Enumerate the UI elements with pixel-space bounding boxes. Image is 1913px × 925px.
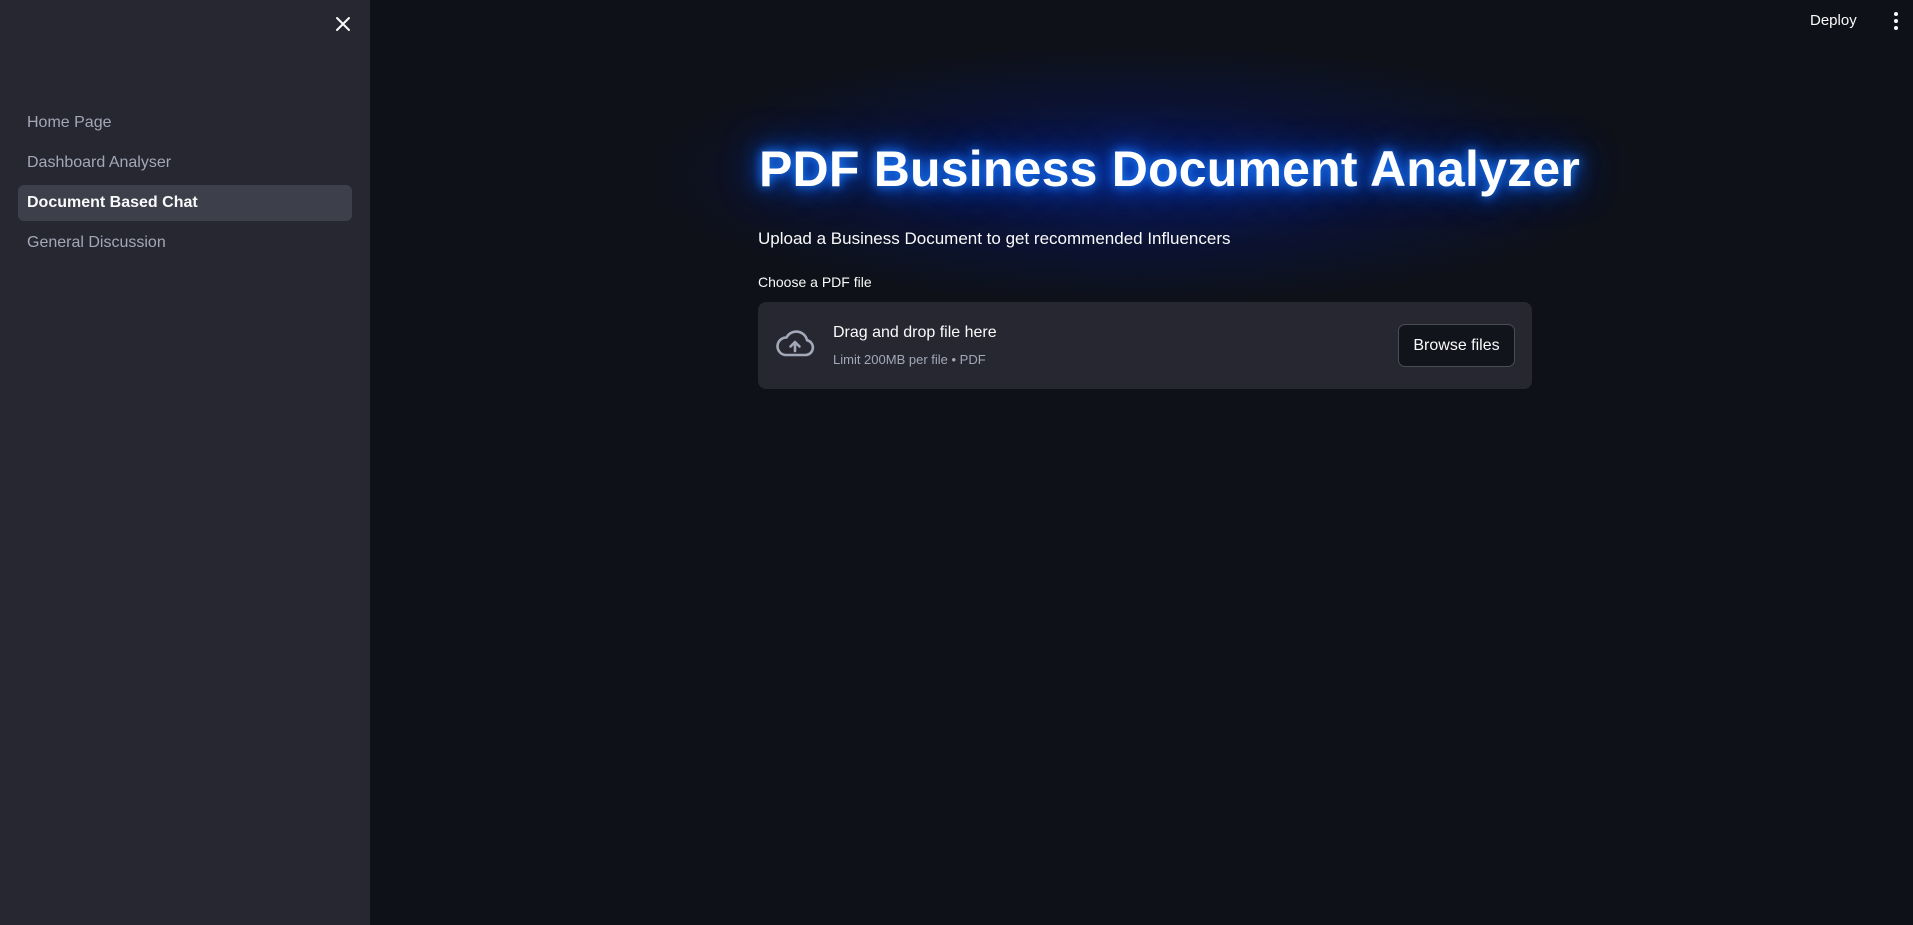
browse-files-button[interactable]: Browse files (1398, 324, 1515, 367)
cloud-upload-icon (776, 330, 815, 357)
sidebar-item-general-discussion[interactable]: General Discussion (18, 225, 352, 261)
close-icon (336, 17, 350, 31)
dropzone-instructions: Drag and drop file here (833, 324, 997, 341)
sidebar-item-dashboard-analyser[interactable]: Dashboard Analyser (18, 145, 352, 181)
file-uploader-label: Choose a PDF file (758, 274, 872, 290)
page-title: PDF Business Document Analyzer (759, 141, 1581, 197)
sidebar-item-label: Home Page (27, 114, 112, 131)
deploy-button[interactable]: Deploy (1810, 9, 1857, 33)
sidebar-item-label: General Discussion (27, 234, 166, 251)
sidebar-item-label: Dashboard Analyser (27, 154, 172, 171)
sidebar: Home Page Dashboard Analyser Document Ba… (0, 0, 370, 925)
kebab-menu-icon[interactable] (1888, 9, 1904, 33)
page-subtitle: Upload a Business Document to get recomm… (758, 229, 1231, 248)
app-root: Home Page Dashboard Analyser Document Ba… (0, 0, 1913, 925)
sidebar-item-label: Document Based Chat (27, 194, 198, 211)
sidebar-nav: Home Page Dashboard Analyser Document Ba… (18, 105, 352, 265)
sidebar-item-home-page[interactable]: Home Page (18, 105, 352, 141)
file-dropzone[interactable]: Drag and drop file here Limit 200MB per … (758, 302, 1532, 389)
close-sidebar-button[interactable] (331, 10, 355, 38)
sidebar-item-document-based-chat[interactable]: Document Based Chat (18, 185, 352, 221)
dropzone-file-limit: Limit 200MB per file • PDF (833, 352, 986, 367)
